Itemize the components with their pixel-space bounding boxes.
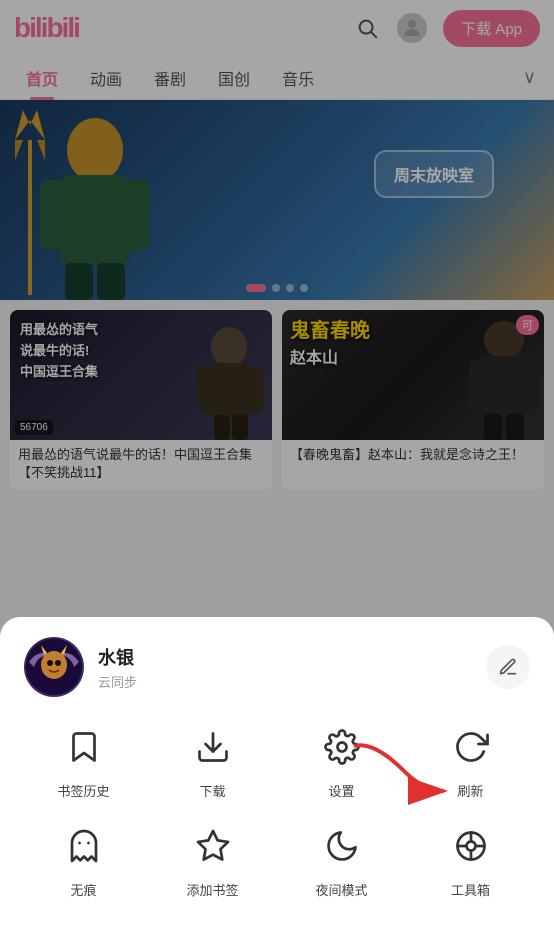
menu-label-night-mode: 夜间模式 bbox=[315, 880, 367, 899]
menu-grid: 书签历史 下载 设置 bbox=[24, 721, 530, 899]
menu-label-toolbox: 工具箱 bbox=[451, 880, 490, 899]
bottom-sheet: 水银 云同步 书签历史 bbox=[0, 617, 554, 929]
ghost-icon bbox=[58, 820, 110, 872]
refresh-icon bbox=[445, 721, 497, 773]
user-avatar bbox=[24, 637, 84, 697]
menu-item-bookmark[interactable]: 书签历史 bbox=[24, 721, 143, 800]
menu-item-download[interactable]: 下载 bbox=[153, 721, 272, 800]
menu-item-toolbox[interactable]: 工具箱 bbox=[411, 820, 530, 899]
user-name: 水银 bbox=[98, 644, 486, 670]
user-row: 水银 云同步 bbox=[24, 637, 530, 697]
menu-item-ghost[interactable]: 无痕 bbox=[24, 820, 143, 899]
edit-profile-button[interactable] bbox=[486, 645, 530, 689]
download-icon bbox=[187, 721, 239, 773]
settings-icon bbox=[316, 721, 368, 773]
menu-label-download: 下载 bbox=[199, 781, 225, 800]
bookmark-icon bbox=[58, 721, 110, 773]
user-sync: 云同步 bbox=[98, 672, 486, 691]
menu-label-refresh: 刷新 bbox=[457, 781, 483, 800]
menu-item-settings[interactable]: 设置 bbox=[282, 721, 401, 800]
menu-item-night-mode[interactable]: 夜间模式 bbox=[282, 820, 401, 899]
toolbox-icon bbox=[445, 820, 497, 872]
star-icon bbox=[187, 820, 239, 872]
menu-label-settings: 设置 bbox=[328, 781, 354, 800]
menu-item-refresh[interactable]: 刷新 bbox=[411, 721, 530, 800]
menu-label-bookmark: 书签历史 bbox=[57, 781, 109, 800]
user-info: 水银 云同步 bbox=[98, 644, 486, 691]
menu-label-add-bookmark: 添加书签 bbox=[186, 880, 238, 899]
menu-item-add-bookmark[interactable]: 添加书签 bbox=[153, 820, 272, 899]
moon-icon bbox=[316, 820, 368, 872]
menu-label-ghost: 无痕 bbox=[70, 880, 96, 899]
